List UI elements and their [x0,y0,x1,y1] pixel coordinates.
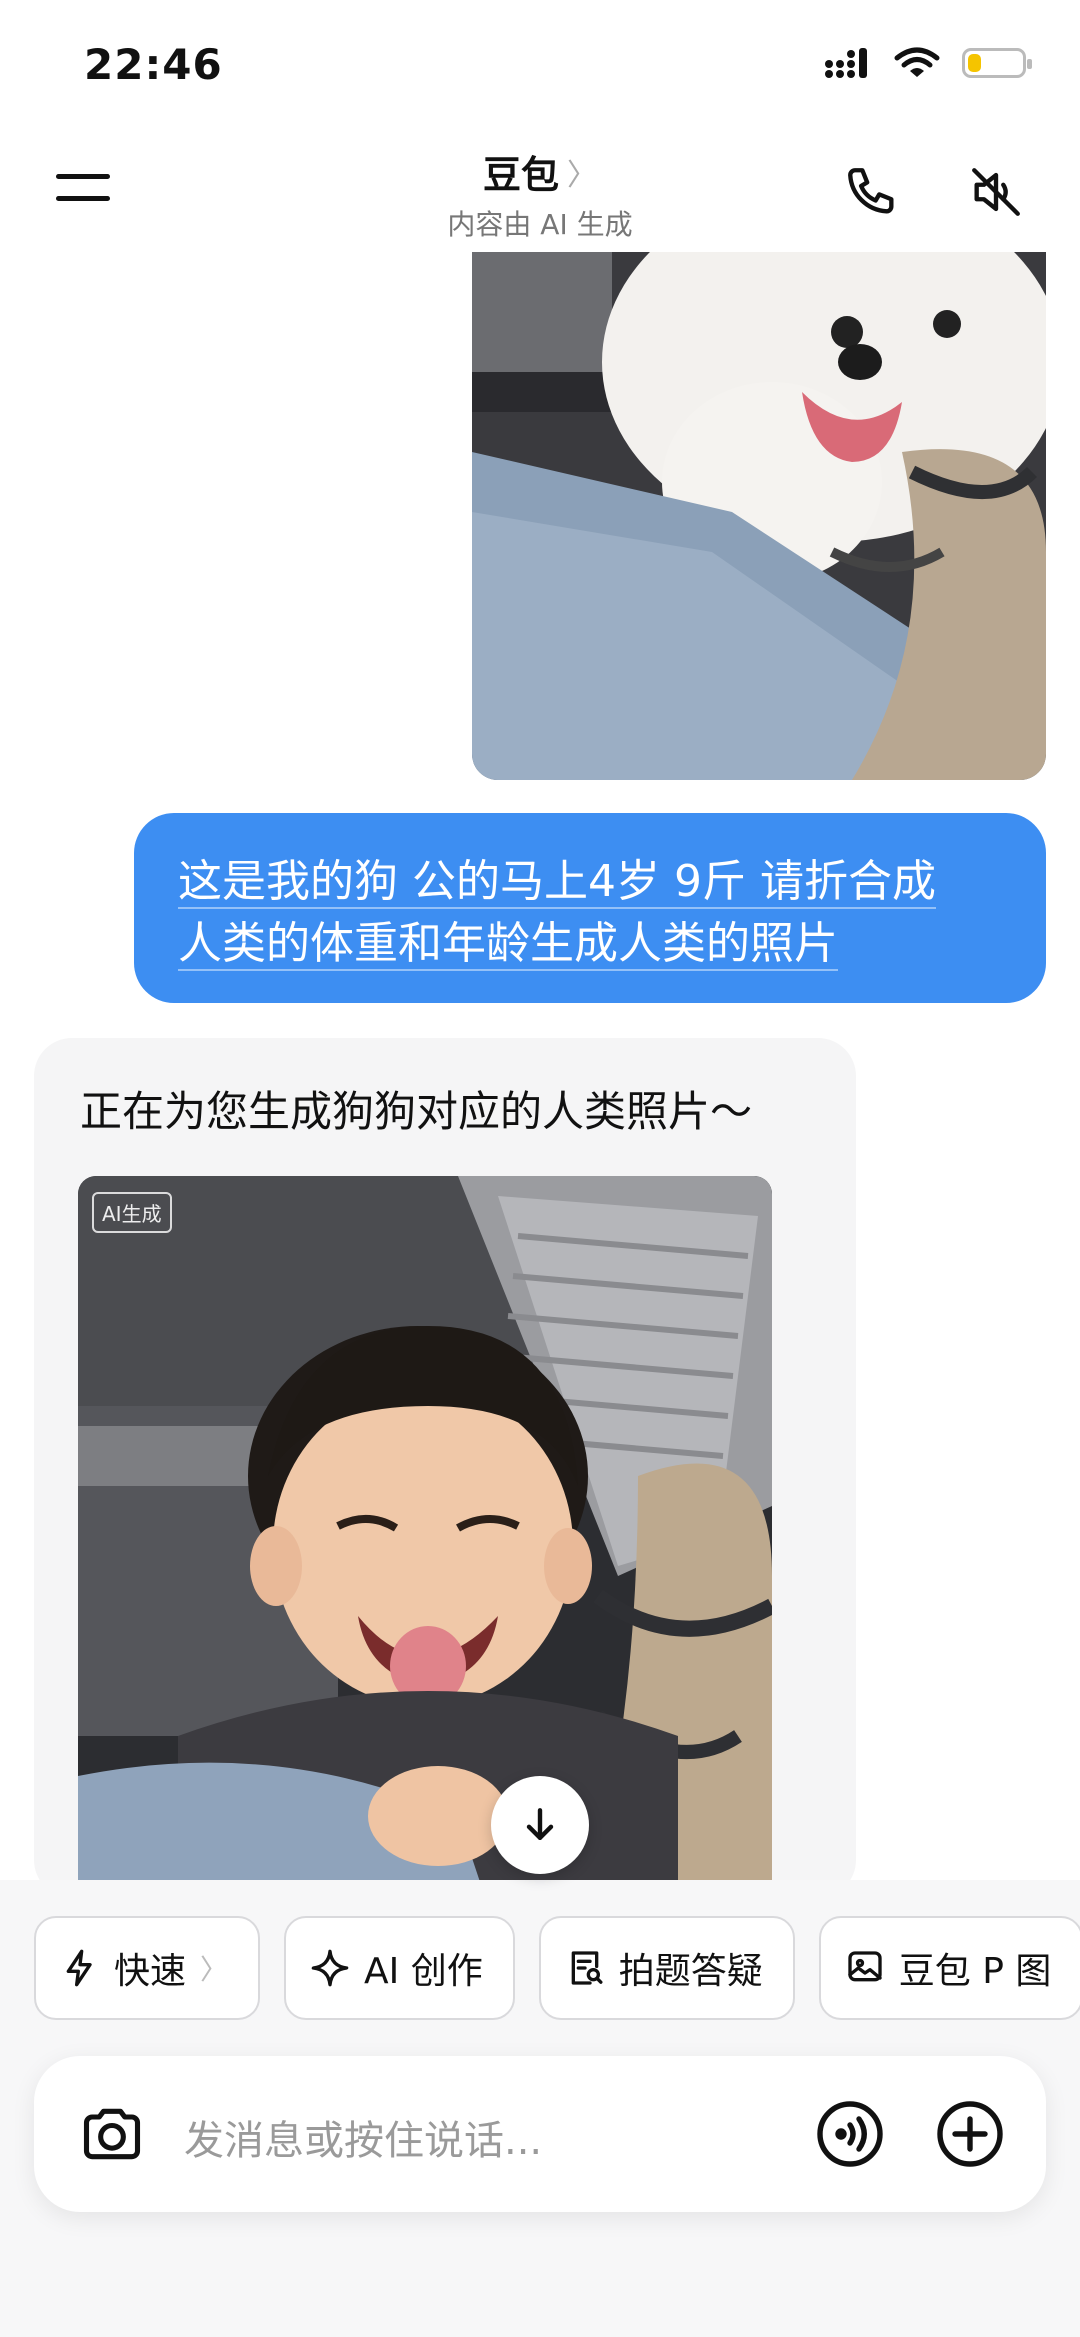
generated-image[interactable]: AI生成 [78,1176,772,1898]
chip-label: 拍题答疑 [618,1951,763,1992]
battery-level [968,54,981,72]
chat-subtitle: 内容由 AI 生成 [447,208,633,241]
chip-photo-qa[interactable]: 拍题答疑 [538,1916,795,2020]
menu-icon[interactable] [52,162,114,216]
phone-icon[interactable] [840,160,904,224]
camera-icon[interactable] [78,2100,146,2172]
message-input[interactable]: 发消息或按住说话... [184,2108,542,2166]
chevron-right-icon: 〉 [567,157,597,193]
wifi-icon [894,47,940,77]
add-icon[interactable] [934,2098,1006,2174]
user-message-text: 这是我的狗 公的马上4岁 9斤 请折合成 人类的体重和年龄生成人类的照片 [178,851,1002,975]
chip-ai-create[interactable]: AI 创作 [284,1916,515,2020]
quick-actions: 快速 〉 AI 创作 拍题答疑 豆包 P 图 [34,1916,1080,2020]
cellular-signal-icon [825,48,867,78]
lightning-icon [66,1949,92,1987]
ai-generated-badge: AI生成 [92,1192,172,1233]
chip-image-edit[interactable]: 豆包 P 图 [818,1916,1080,2020]
chip-label: 快速 [114,1951,187,1992]
chat-header: 豆包 〉 内容由 AI 生成 [0,130,1080,252]
user-message-line: 这是我的狗 公的马上4岁 9斤 请折合成 [178,856,936,909]
composer-area: 快速 〉 AI 创作 拍题答疑 豆包 P 图 发消息或按住说话... [0,1880,1080,2337]
voice-call-icon[interactable] [814,2098,886,2174]
status-icons [824,46,1032,80]
bot-message-card: 正在为您生成狗狗对应的人类照片～ AI生成 [34,1038,856,1898]
status-bar: 22:46 [0,0,1080,130]
chip-label: 豆包 P 图 [898,1951,1052,1992]
status-time: 22:46 [84,40,223,89]
message-input-bar[interactable]: 发消息或按住说话... [34,2056,1046,2212]
battery-icon [962,48,1032,78]
chip-quick-mode[interactable]: 快速 〉 [34,1916,261,2020]
sparkle-icon [311,1949,349,1987]
dog-photo[interactable] [472,252,1046,780]
arrow-down-icon [526,1808,554,1841]
chat-title: 豆包 [482,153,559,197]
image-edit-icon [848,1951,882,1982]
chip-label: AI 创作 [364,1951,483,1992]
user-message-bubble[interactable]: 这是我的狗 公的马上4岁 9斤 请折合成 人类的体重和年龄生成人类的照片 [134,813,1046,1003]
search-doc-icon [571,1951,603,1985]
bot-message-text: 正在为您生成狗狗对应的人类照片～ [80,1087,753,1136]
chevron-right-icon: 〉 [200,1953,229,1986]
chat-title-area[interactable]: 豆包 〉 内容由 AI 生成 [340,144,740,243]
scroll-to-bottom-button[interactable] [491,1776,589,1874]
user-message-line: 人类的体重和年龄生成人类的照片 [178,918,838,971]
speaker-muted-icon[interactable] [964,160,1028,224]
